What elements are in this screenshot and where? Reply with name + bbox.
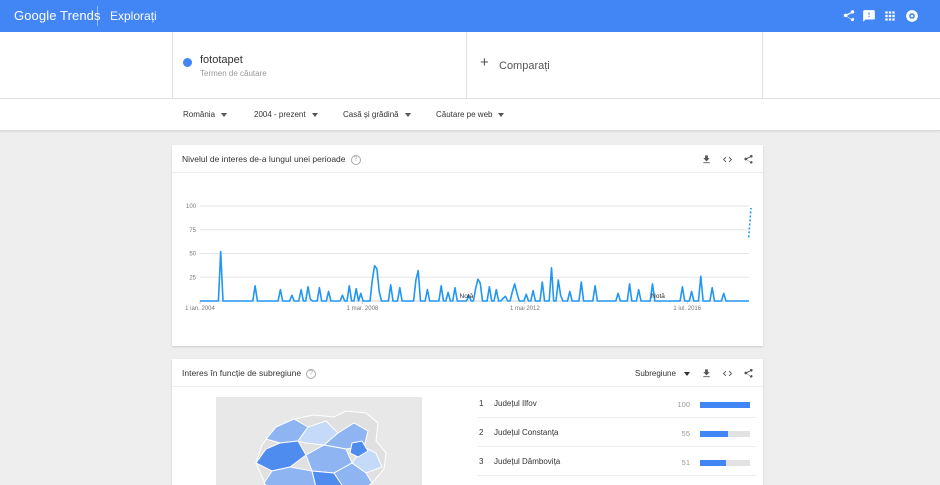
subregion-bar-fill (700, 402, 750, 408)
series-projection-line (747, 207, 752, 238)
download-icon[interactable] (701, 154, 712, 165)
term-color-dot (183, 58, 192, 67)
interest-card-title: Nivelul de interes de-a lungul unei peri… (182, 154, 346, 164)
dropdown-caret-icon (311, 112, 318, 117)
x-tick-label: 1 mai 2012 (510, 306, 540, 312)
subregion-bar-fill (700, 431, 728, 437)
share-icon[interactable] (743, 154, 754, 165)
interest-by-subregion-card: Interes în funcție de subregiune? Subreg… (172, 359, 763, 485)
dropdown-caret-icon (498, 112, 505, 117)
subregion-value: 55 (681, 429, 690, 438)
account-avatar-icon[interactable] (905, 9, 919, 23)
share-icon[interactable] (842, 9, 856, 23)
subregion-row[interactable]: 2 Județul Constanța 55 (478, 418, 756, 447)
google-trends-logo[interactable]: Google Trends (14, 8, 101, 23)
annotation-note[interactable]: Notă (651, 293, 665, 300)
search-term-name[interactable]: fototapet (200, 54, 243, 66)
logo-trends-text: Trends (60, 8, 101, 23)
search-term-card[interactable]: fototapet Termen de căutare (172, 32, 467, 99)
embed-code-icon[interactable] (722, 368, 733, 379)
dropdown-caret-icon (404, 112, 411, 117)
help-icon[interactable]: ? (306, 368, 317, 379)
subregion-card-title: Interes în funcție de subregiune (182, 368, 302, 378)
card-header: Interes în funcție de subregiune? Subreg… (172, 359, 763, 387)
feedback-icon[interactable] (862, 9, 876, 23)
page-title: Explorați (110, 9, 157, 23)
subregion-select[interactable]: Subregiune (635, 369, 690, 378)
header-divider (97, 6, 98, 26)
dropdown-caret-icon (683, 371, 690, 376)
logo-google-text: Google (14, 8, 57, 23)
subregion-value: 100 (677, 400, 690, 409)
apps-grid-icon[interactable] (883, 9, 897, 23)
filter-category[interactable]: Casă și grădină (343, 110, 411, 119)
y-tick-label: 75 (189, 228, 196, 234)
interest-line-chart[interactable]: 100 75 50 25 1 ian. 2004 1 mar. 2008 1 mai 201… (172, 173, 763, 346)
y-tick-label: 50 (189, 252, 196, 258)
dropdown-caret-icon (221, 112, 228, 117)
interest-over-time-card: Nivelul de interes de-a lungul unei peri… (172, 145, 763, 346)
filter-bar: România 2004 - prezent Casă și grădină C… (0, 99, 940, 131)
subregion-bar-fill (700, 460, 726, 466)
filter-region-label: România (183, 110, 216, 119)
rank-number: 2 (479, 428, 484, 437)
add-icon: + (480, 54, 489, 71)
subregion-bar-track (700, 460, 750, 466)
card-title: Nivelul de interes de-a lungul unei peri… (182, 154, 361, 165)
x-tick-label: 1 mar. 2008 (347, 306, 379, 312)
top-app-bar: Google Trends Explorați (0, 0, 940, 32)
subregion-bar-track (700, 431, 750, 437)
subregion-row[interactable]: 3 Județul Dâmbovița 51 (478, 447, 756, 476)
subregion-name[interactable]: Județul Ilfov (494, 399, 537, 408)
series-line (200, 250, 749, 302)
download-icon[interactable] (701, 368, 712, 379)
filter-time-range[interactable]: 2004 - prezent (254, 110, 318, 119)
filter-time-label: 2004 - prezent (254, 110, 306, 119)
subregion-name[interactable]: Județul Dâmbovița (494, 457, 560, 466)
rank-number: 1 (479, 399, 484, 408)
y-tick-label: 100 (186, 204, 197, 210)
subregion-name[interactable]: Județul Constanța (494, 428, 559, 437)
filter-search-type-label: Căutare pe web (436, 110, 493, 119)
search-term-type: Termen de căutare (200, 69, 267, 78)
compare-card[interactable]: + Comparați (467, 32, 763, 99)
x-tick-label: 1 iul. 2016 (673, 306, 701, 312)
subregion-bar-track (700, 402, 750, 408)
share-icon[interactable] (743, 368, 754, 379)
card-header: Nivelul de interes de-a lungul unei peri… (172, 145, 763, 173)
romania-subregion-map[interactable] (216, 397, 422, 485)
subregion-row[interactable]: 1 Județul Ilfov 100 (478, 389, 756, 418)
annotation-note[interactable]: Notă (460, 293, 474, 300)
help-icon[interactable]: ? (350, 154, 361, 165)
x-tick-label: 1 ian. 2004 (185, 306, 215, 312)
map-svg (216, 397, 422, 485)
y-tick-label: 25 (189, 275, 196, 281)
search-terms-bar: fototapet Termen de căutare + Comparați (0, 32, 940, 99)
subregion-select-label: Subregiune (635, 369, 676, 378)
card-title: Interes în funcție de subregiune? (182, 368, 317, 379)
rank-number: 3 (479, 457, 484, 466)
filter-region[interactable]: România (183, 110, 228, 119)
compare-label[interactable]: Comparați (499, 60, 550, 72)
embed-code-icon[interactable] (722, 154, 733, 165)
filter-category-label: Casă și grădină (343, 110, 399, 119)
filter-search-type[interactable]: Căutare pe web (436, 110, 505, 119)
subregion-value: 51 (681, 458, 690, 467)
